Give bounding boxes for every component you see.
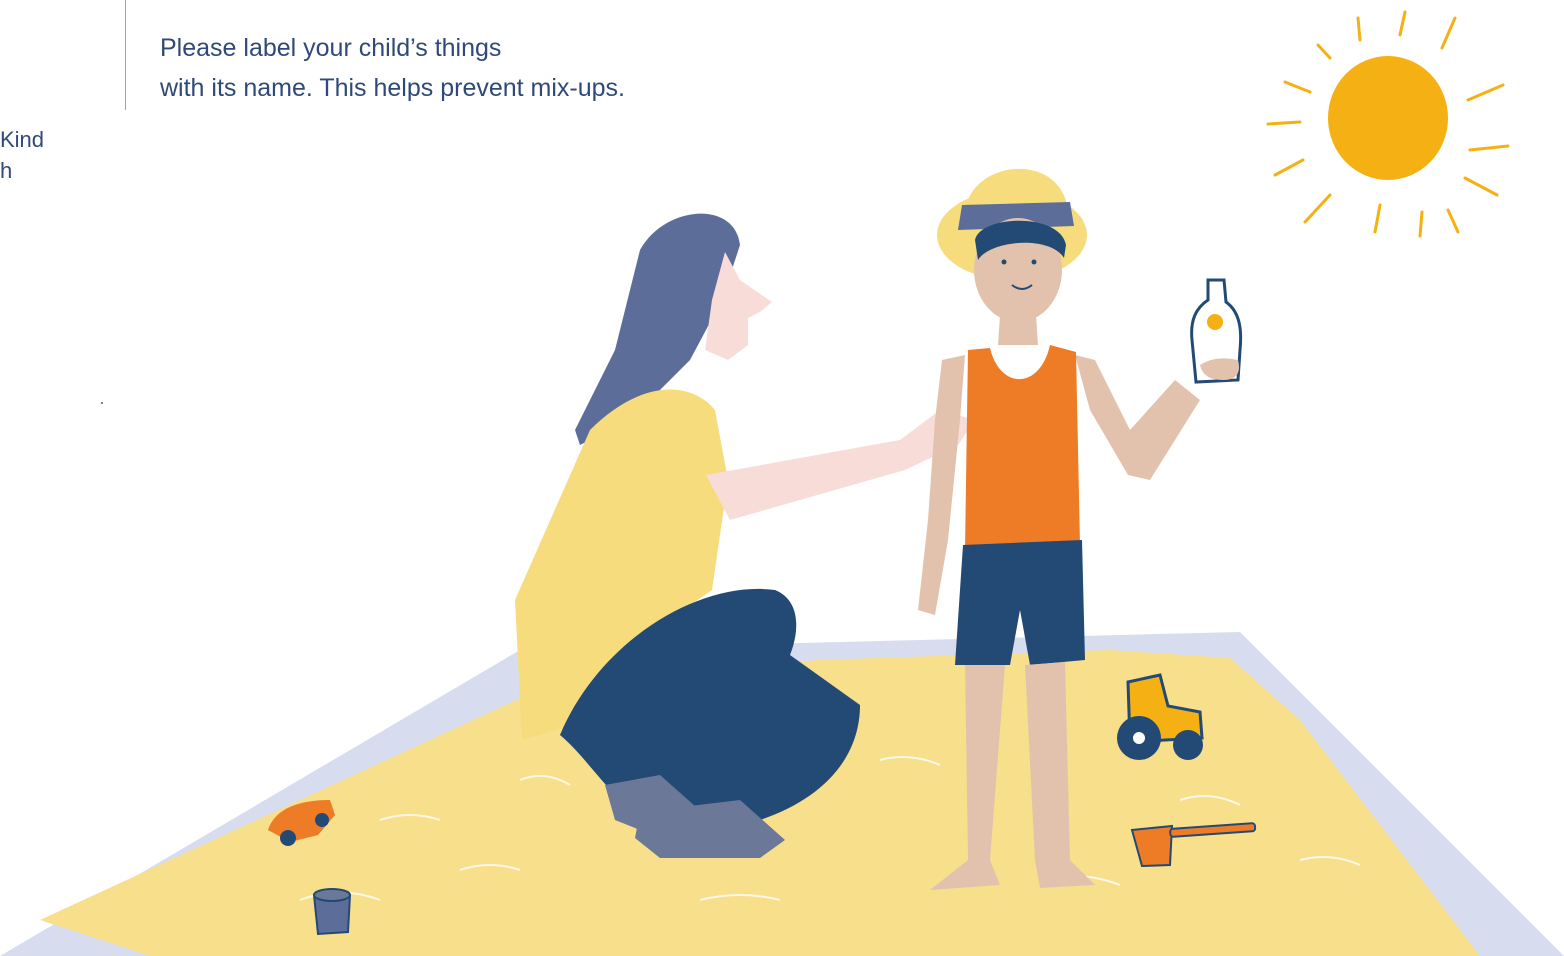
sunscreen-bottle-icon xyxy=(1190,278,1243,384)
child-tank-top xyxy=(965,345,1080,550)
child-arm-left xyxy=(918,355,965,615)
toy-bucket-icon xyxy=(312,888,352,936)
sandbox-illustration xyxy=(0,10,1564,956)
child-arm-right xyxy=(1075,355,1200,480)
sun-icon xyxy=(1266,10,1510,238)
child-neck xyxy=(998,315,1038,345)
